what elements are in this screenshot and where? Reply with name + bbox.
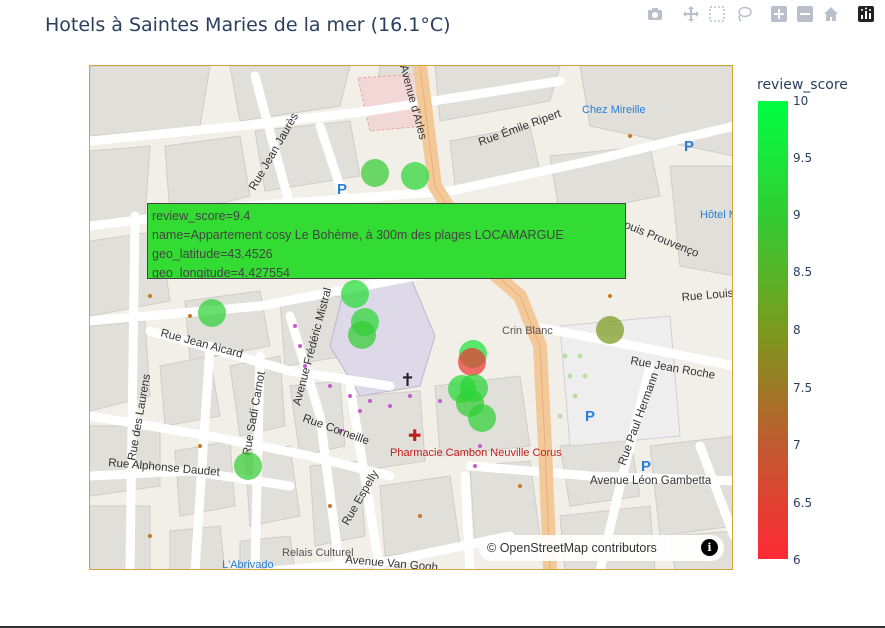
hotel-marker[interactable] (234, 452, 262, 480)
home-icon[interactable] (821, 4, 841, 24)
box-select-icon[interactable] (707, 4, 727, 24)
svg-text:P: P (684, 138, 694, 155)
svg-text:P: P (641, 458, 651, 475)
attribution-prefix: © (487, 541, 497, 555)
hotel-marker[interactable] (198, 299, 226, 327)
attribution-suffix: contributors (591, 541, 657, 555)
poi-chez-mireille: Chez Mireille (582, 104, 646, 116)
zoom-in-icon[interactable] (769, 4, 789, 24)
tooltip-review-score: review_score=9.4 (152, 209, 251, 223)
colorbar-tick: 9 (793, 208, 801, 222)
zoom-out-icon[interactable] (795, 4, 815, 24)
info-icon[interactable]: i (701, 539, 718, 556)
hotel-marker[interactable] (458, 348, 486, 376)
colorbar-tick: 8 (793, 323, 801, 337)
tooltip-longitude: geo_longitude=4.427554 (152, 266, 290, 279)
colorbar-tick: 9.5 (793, 151, 813, 165)
hover-tooltip: review_score=9.4 name=Appartement cosy L… (147, 203, 626, 279)
colorbar-tick: 6.5 (793, 496, 813, 510)
street-label-rue-louis: Rue Louis (681, 287, 733, 303)
map-panel[interactable]: Rue Émile Ripert Rue Jean Aicard Rue Jea… (89, 65, 733, 570)
street-label-leon-gambetta: Avenue Léon Gambetta (590, 475, 712, 487)
hotel-marker[interactable] (348, 321, 376, 349)
poi-crin-blanc: Crin Blanc (502, 325, 553, 337)
colorbar-tick: 7.5 (793, 381, 813, 395)
colorbar-tick: 6 (793, 553, 801, 567)
hotel-marker[interactable] (596, 316, 624, 344)
poi-relais-culturel: Relais Culturel (282, 547, 354, 559)
svg-text:P: P (585, 408, 595, 425)
colorbar-tick: 10 (793, 94, 809, 108)
tooltip-latitude: geo_latitude=43.4526 (152, 247, 273, 261)
map-basemap[interactable]: Rue Émile Ripert Rue Jean Aicard Rue Jea… (90, 66, 733, 570)
hotel-marker[interactable] (361, 159, 389, 187)
church-cross-icon: ✝ (400, 370, 415, 391)
poi-pharmacie: Pharmacie Cambon Neuville Corus (390, 447, 562, 459)
poi-abrivado: L'Abrivado (222, 559, 274, 570)
hotel-marker[interactable] (341, 280, 369, 308)
attribution-link[interactable]: OpenStreetMap (500, 541, 588, 555)
hotel-marker[interactable] (401, 162, 429, 190)
poi-hotel-mirag: Hôtel Mirag (700, 209, 733, 221)
plotly-logo-icon[interactable] (856, 4, 876, 24)
map-attribution: © OpenStreetMap contributors i (479, 535, 724, 561)
colorbar (758, 101, 788, 559)
pharmacy-cross-icon: ✚ (408, 426, 421, 445)
camera-icon[interactable] (645, 4, 665, 24)
lasso-icon[interactable] (734, 4, 754, 24)
colorbar-tick: 7 (793, 438, 801, 452)
hotel-marker[interactable] (460, 374, 488, 402)
svg-text:P: P (337, 181, 347, 198)
hotel-marker[interactable] (468, 404, 496, 432)
colorbar-title: review_score (757, 77, 848, 93)
tooltip-name: name=Appartement cosy Le Bohème, à 300m … (152, 228, 564, 242)
colorbar-tick: 8.5 (793, 265, 813, 279)
chart-title: Hotels à Saintes Maries de la mer (16.1°… (45, 14, 451, 36)
move-icon[interactable] (681, 4, 701, 24)
